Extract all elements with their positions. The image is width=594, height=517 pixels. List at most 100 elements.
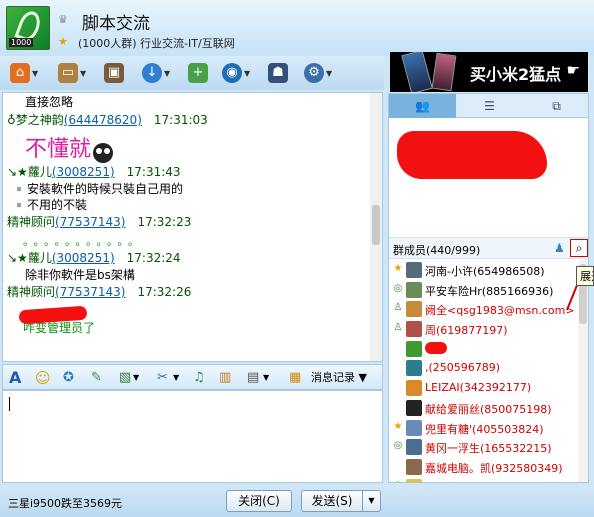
member-row[interactable]: ◎ く一♥一((332829166) [389,477,588,482]
sender-name[interactable]: 精神顾问 [7,285,55,299]
sender-name[interactable]: 精神顾问 [7,215,55,229]
chat-scrollbar[interactable] [370,93,382,361]
member-avatar[interactable] [406,262,422,278]
member-row[interactable] [389,339,588,359]
sender-id-link[interactable]: (3008251) [52,251,115,265]
font-icon[interactable]: A [9,368,21,388]
panel-tabs: 👥 ☰ ⧉ [389,94,588,118]
message-time: 17:32:24 [126,251,181,265]
member-role-icon: ◎ [393,440,403,452]
member-role-icon: ★ [393,263,403,274]
member-row[interactable]: ◎ 平安车险Hr(885166936) [389,280,588,300]
image-icon[interactable]: ▧ [119,368,131,388]
download-button[interactable]: ↓ ▼ [142,62,170,84]
sender-id-link[interactable]: (644478620) [64,113,142,127]
right-panel: 👥 ☰ ⧉ 群成员(440/999) ♟ ⌕ ★ 河南-小许(654986508)… [388,93,589,483]
member-name: LEIZAI(342392177) [425,381,532,395]
member-row[interactable]: 嘉城电脑。凯(932580349) [389,457,588,477]
send-label: 发送(S) [311,494,353,508]
chevron-down-icon[interactable]: ▼ [32,69,38,78]
tab-windows[interactable]: ⧉ [523,94,588,118]
add-note-button[interactable]: + [188,62,208,84]
send-button[interactable]: 发送(S) ▼ [301,490,381,512]
chat-history[interactable]: 直接忽略 ♁梦之神韵(644478620) 17:31:03 不懂就 ↘★蘿儿(3008… [2,92,383,362]
chevron-down-icon[interactable]: ▼ [133,368,139,388]
member-avatar[interactable] [406,399,422,416]
message-header: ↘★蘿儿(3008251) 17:32:24 [7,249,181,266]
member-row[interactable]: LEIZAI(342392177) [389,378,588,398]
search-icon[interactable]: ⌕ [570,239,588,257]
group-subtitle: (1000人群) 行业交流-IT/互联网 [78,37,235,50]
member-row[interactable]: ◎ 黄冈一浮生(165532215) [389,437,588,457]
police-button[interactable]: ☗ [268,62,288,84]
member-row[interactable]: ♙ 阙全<qsg1983@msn.com> [389,299,588,319]
sender-name[interactable]: ♁梦之神韵 [7,113,64,127]
chevron-down-icon[interactable]: ▼ [326,69,332,78]
message-text: 安裝軟件的時候只裝自己用的 [27,182,184,196]
member-name: 阙全<qsg1983@msn.com> [425,304,575,318]
member-row[interactable]: ♙ 周(619877197) [389,319,588,339]
message-history-button[interactable]: 消息记录 ▼ [311,369,367,385]
group-announcement [389,119,588,311]
chevron-down-icon[interactable]: ▼ [164,69,170,78]
member-row[interactable]: ,(250596789) [389,358,588,378]
member-avatar[interactable] [406,340,422,357]
sender-name[interactable]: ↘★蘿儿 [7,251,52,265]
chevron-down-icon[interactable]: ▼ [173,368,179,388]
ad-banner[interactable]: 买小米2猛点 ☛ [390,52,588,92]
history-icon[interactable]: ▦ [289,368,301,388]
sender-id-link[interactable]: (77537143) [55,285,125,299]
member-list[interactable]: ★ 河南-小许(654986508) ◎ 平安车险Hr(885166936) ♙ 阙全<q… [389,260,588,482]
owl-emoticon-icon [93,142,114,163]
message-input[interactable] [2,390,383,483]
scrollbar-thumb[interactable] [372,205,380,245]
album-button[interactable]: ▣ [104,62,124,84]
tab-list[interactable]: ☰ [456,94,523,118]
album-icon: ▣ [104,63,124,83]
music-icon[interactable]: ♫ [193,368,205,388]
member-avatar[interactable] [406,301,422,318]
member-row[interactable]: ★ 河南-小许(654986508) [389,260,588,280]
message-header: ↘★蘿儿(3008251) 17:31:43 [7,163,181,180]
sender-id-link[interactable]: (77537143) [55,215,125,229]
chevron-down-icon[interactable]: ▼ [80,69,86,78]
folder-button[interactable]: ▭ ▼ [58,62,86,84]
phone-image [401,52,433,92]
ad-text: 买小米2猛点 [470,65,562,84]
settings-button[interactable]: ⚙ ▼ [304,62,332,84]
member-scrollbar[interactable] [578,260,588,482]
screenshot-icon[interactable]: ✂ [157,368,168,388]
download-icon: ↓ [142,63,162,83]
webcam-button[interactable]: ◉ ▼ [222,62,250,84]
member-row[interactable]: 献给爱丽丝(850075198) [389,398,588,418]
group-size-badge: 1000 [9,38,34,47]
shake-icon[interactable]: ✎ [91,368,102,388]
format-toolbar: A ☺ ✪ ✎ ▧ ▼ ✂ ▼ ♫ ▥ ▤ ▼ ▦ 消息记录 ▼ [2,364,383,390]
emoji-icon[interactable]: ☺ [35,368,51,388]
member-avatar[interactable] [406,281,422,298]
member-avatar[interactable] [406,419,422,436]
sender-name[interactable]: ↘★蘿儿 [7,165,52,179]
add-user-icon[interactable]: ♟ [554,241,565,255]
send-options-dropdown[interactable]: ▼ [362,491,380,511]
sender-id-link[interactable]: (3008251) [52,165,115,179]
chevron-down-icon[interactable]: ▼ [263,368,269,388]
members-header: 群成员(440/999) ♟ ⌕ [389,237,588,259]
member-avatar[interactable] [406,321,422,338]
tab-members[interactable]: 👥 [389,94,456,118]
member-row[interactable]: ★ 兜里有糖'(405503824) [389,418,588,438]
magic-emoji-icon[interactable]: ✪ [63,368,74,388]
app-icon[interactable]: ▤ [247,368,259,388]
home-button[interactable]: ⌂ ▼ [10,62,38,84]
group-avatar[interactable]: 1000 [6,6,50,50]
chart-icon[interactable]: ▥ [219,368,231,388]
text-caret [9,397,10,411]
member-avatar[interactable] [406,380,422,397]
member-avatar[interactable] [406,360,422,377]
news-ticker[interactable]: 三星i9500跌至3569元 [8,495,122,511]
member-avatar[interactable] [406,478,422,482]
close-button[interactable]: 关闭(C) [226,490,292,512]
member-avatar[interactable] [406,439,422,456]
member-avatar[interactable] [406,458,422,475]
chevron-down-icon[interactable]: ▼ [244,69,250,78]
